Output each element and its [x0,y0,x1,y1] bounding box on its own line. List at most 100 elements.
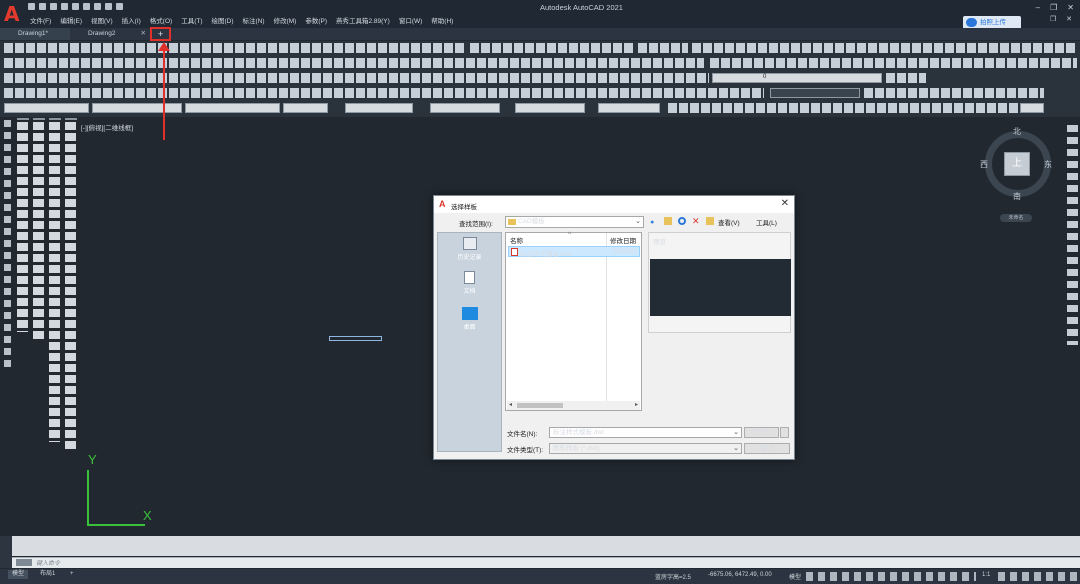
layer-tools-icons[interactable] [886,73,926,83]
menu-item-file[interactable]: 文件(F) [30,15,60,25]
viewport-label[interactable]: [-][俯视][二维线框] [81,122,133,132]
tab-model[interactable]: 模型 [8,570,29,579]
toolbar-icons-group[interactable] [4,73,709,83]
modify-toolbar-right[interactable] [1067,125,1078,345]
tab-drawing1[interactable]: Drawing1* ✕ [0,28,78,40]
status-tools-icons[interactable] [998,572,1078,581]
compass-south[interactable]: 南 [1013,191,1021,202]
menu-item-dimension[interactable]: 标注(N) [243,15,274,25]
menu-item-tools[interactable]: 工具(T) [181,15,211,25]
scroll-thumb[interactable] [517,403,563,408]
annotation-scale[interactable]: 1:1 [982,572,990,578]
menu-item-parametric[interactable]: 参数(P) [305,15,336,25]
place-desktop[interactable]: 桌面 [438,307,501,331]
chevron-down-icon[interactable]: ⌄ [733,428,739,437]
plot-icon[interactable] [83,3,90,10]
compass-north[interactable]: 北 [1013,126,1021,137]
style-combo[interactable] [770,88,860,98]
column-divider[interactable] [606,233,607,410]
autocad-logo-icon[interactable]: A [4,3,22,25]
viewcube-face[interactable]: 上 [1004,152,1030,176]
filename-input[interactable]: 标注样式模板.dwt ⌄ [549,427,742,438]
column-header-name[interactable]: 名称 [510,235,523,245]
minimize-icon[interactable]: – [1036,3,1040,12]
views-menu[interactable]: 查看(V) [718,217,740,227]
close-icon[interactable]: ✕ [1067,3,1074,12]
doc-restore-icon[interactable]: ❐ [1050,15,1056,23]
command-line-handle[interactable] [0,536,12,568]
chevron-down-icon[interactable]: ⌄ [733,444,739,453]
menu-item-yanxiu-toolbox[interactable]: 燕秀工具箱2.89(Y) [336,15,399,25]
drafting-settings-icons[interactable] [806,572,976,581]
redo-icon[interactable] [105,3,112,10]
dim-style-combo-2[interactable] [1020,103,1044,113]
horizontal-scrollbar[interactable]: ◂ ▸ [507,401,640,410]
compass-east[interactable]: 东 [1044,159,1052,170]
table-style-combo[interactable] [515,103,585,113]
command-recent-icon[interactable] [16,559,32,566]
tools-palette[interactable] [65,122,76,452]
dialog-close-icon[interactable]: ✕ [781,198,789,209]
file-row[interactable]: 标注样式模板.dwt 2025/8/1 [508,246,640,258]
lineweight-combo[interactable] [185,103,280,113]
tools-menu[interactable]: 工具(L) [756,217,777,227]
up-folder-icon[interactable] [664,217,672,225]
drawn-rectangle[interactable] [329,336,382,341]
toolbar-icons-group[interactable] [864,88,1044,98]
menu-item-edit[interactable]: 编辑(E) [60,15,91,25]
dim-style-combo[interactable] [430,103,500,113]
compass-west[interactable]: 西 [980,159,988,170]
menu-item-modify[interactable]: 修改(M) [274,15,306,25]
toolbar-icons-group[interactable] [470,43,635,53]
menu-item-insert[interactable]: 插入(I) [122,15,150,25]
tools-palette[interactable] [49,122,60,442]
tab-drawing2[interactable]: Drawing2 ✕ [70,28,148,40]
dropdown-icon[interactable] [116,3,123,10]
toolbar-icons-group[interactable] [692,43,1077,53]
menu-item-format[interactable]: 格式(O) [150,15,181,25]
scroll-left-icon[interactable]: ◂ [509,401,512,408]
tab-layout1[interactable]: 布局1 [36,570,59,579]
color-combo[interactable] [4,103,89,113]
doc-close-icon[interactable]: ✕ [1066,15,1072,23]
dimension-icons[interactable] [668,103,1018,113]
draw-palette[interactable] [33,122,44,340]
look-in-dropdown[interactable]: CAD模板 ⌄ [505,216,644,228]
toolbar-icons-group[interactable] [4,88,764,98]
undo-icon[interactable] [94,3,101,10]
filetype-select[interactable]: 图形样板 (*.dwt) ⌄ [549,443,742,454]
add-layout-button[interactable]: + [66,570,78,579]
toolbar-icons-group[interactable] [4,58,704,68]
menu-item-window[interactable]: 窗口(W) [399,15,431,25]
save-as-icon[interactable] [61,3,68,10]
new-file-icon[interactable] [28,3,35,10]
modify-palette[interactable] [17,122,28,332]
save-icon[interactable] [50,3,57,10]
open-file-icon[interactable] [39,3,46,10]
column-header-date[interactable]: 修改日期 [610,235,636,245]
search-web-icon[interactable] [678,217,686,225]
place-history[interactable]: 历史记录 [438,237,501,261]
back-arrow-icon[interactable]: 🠸 [650,217,658,227]
undo-redo-icons[interactable] [638,43,688,53]
place-documents[interactable]: 文档 [438,271,501,295]
mleader-style-combo[interactable] [598,103,660,113]
draw-toolbar-left[interactable] [0,120,14,370]
menu-item-view[interactable]: 视图(V) [91,15,122,25]
cursor-coordinates[interactable]: -6675.06, 6472.49, 0.00 [708,572,772,578]
command-input[interactable] [12,557,1080,568]
restore-icon[interactable]: ❐ [1050,3,1057,12]
open-button[interactable]: 打开(O) [744,427,779,438]
plotstyle-combo[interactable] [283,103,328,113]
linetype-combo[interactable] [92,103,182,113]
cancel-button[interactable]: 取消 [744,443,790,454]
delete-icon[interactable]: ✕ [692,217,700,226]
toolbar-icons-group[interactable] [4,43,464,53]
open-options-icon[interactable]: ▾ [780,427,789,438]
model-space-toggle[interactable]: 模型 [789,572,801,581]
menu-item-help[interactable]: 帮助(H) [431,15,462,25]
print-icon[interactable] [72,3,79,10]
text-style-combo[interactable] [345,103,413,113]
new-folder-icon[interactable] [706,217,714,225]
toolbar-icons-group[interactable] [710,58,1077,68]
